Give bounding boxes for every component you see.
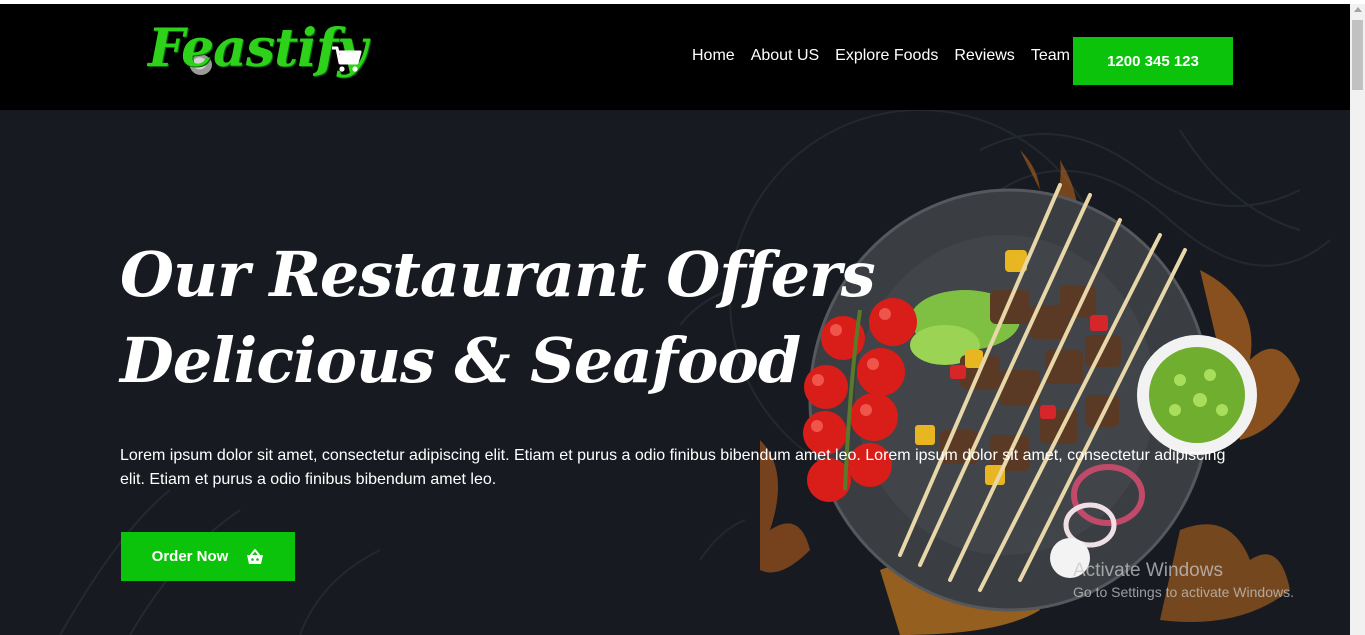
order-now-label: Order Now — [151, 548, 229, 565]
phone-button[interactable]: 1200 345 123 — [1073, 37, 1233, 85]
scroll-up-arrow-icon[interactable] — [1354, 7, 1362, 12]
watermark-subtitle: Go to Settings to activate Windows. — [1073, 584, 1294, 600]
nav-reviews[interactable]: Reviews — [954, 47, 1014, 65]
main-nav: Home About US Explore Foods Reviews Team — [692, 47, 1070, 65]
green-onion-bowl-image — [1137, 335, 1257, 455]
windows-activation-watermark: Activate Windows Go to Settings to activ… — [1073, 560, 1294, 600]
nav-home[interactable]: Home — [692, 47, 735, 65]
scrollbar-thumb[interactable] — [1352, 20, 1363, 90]
nav-about-us[interactable]: About US — [751, 47, 819, 65]
basket-icon — [247, 548, 264, 564]
nav-team[interactable]: Team — [1031, 47, 1070, 65]
navbar: Feastify Home About US Explore Foods Rev… — [0, 4, 1350, 110]
hero-description: Lorem ipsum dolor sit amet, consectetur … — [120, 447, 1226, 488]
shopping-cart-icon[interactable] — [331, 45, 363, 73]
scrollbar[interactable] — [1350, 4, 1365, 635]
order-now-button[interactable]: Order Now — [121, 532, 295, 581]
hero-title: Our Restaurant Offers Delicious & Seafoo… — [120, 238, 876, 397]
hero-section: Our Restaurant Offers Delicious & Seafoo… — [0, 110, 1350, 635]
nav-explore-foods[interactable]: Explore Foods — [835, 47, 938, 65]
watermark-title: Activate Windows — [1073, 560, 1223, 581]
